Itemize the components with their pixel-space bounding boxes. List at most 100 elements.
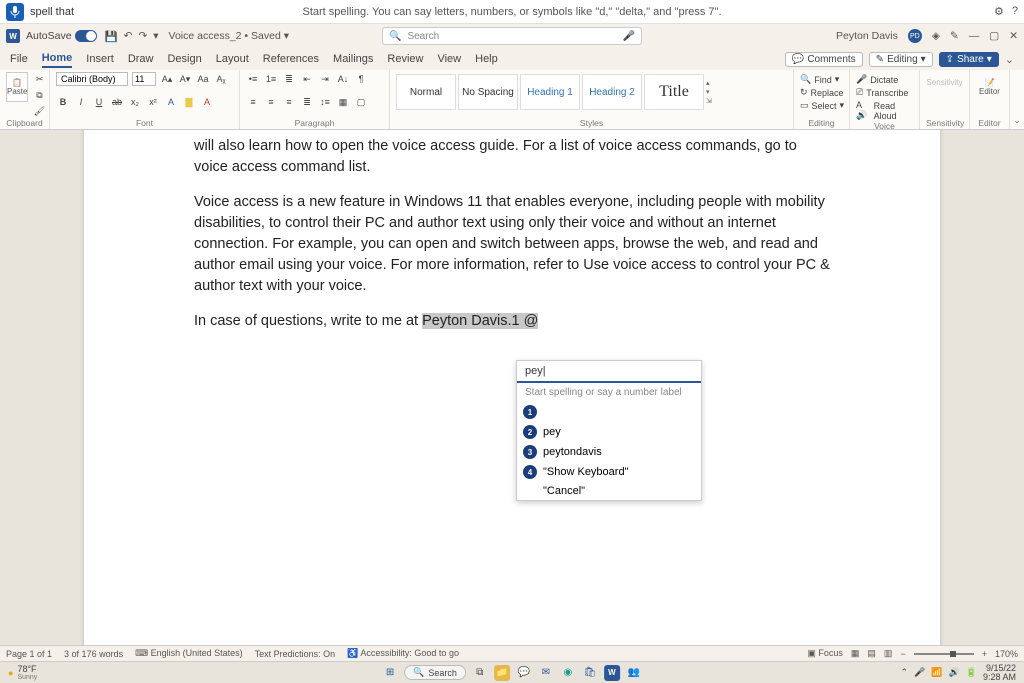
clear-format-icon[interactable]: Aᵪ [214,72,228,86]
document-name[interactable]: Voice access_2 • Saved ▾ [169,30,289,42]
diamond-icon[interactable]: ◈ [932,30,940,42]
shrink-font-icon[interactable]: A▾ [178,72,192,86]
multilevel-icon[interactable]: ≣ [282,72,296,86]
text-effects-icon[interactable]: A [164,95,178,109]
taskbar-search[interactable]: 🔍 Search [404,665,466,680]
user-avatar[interactable]: PD [908,29,922,43]
font-name-combo[interactable] [56,72,128,86]
search-mic-icon[interactable]: 🎤 [623,31,635,42]
find-button[interactable]: 🔍 Find ▾ [800,74,843,85]
share-button[interactable]: ⇪ Share ▾ [939,52,999,67]
subscript-icon[interactable]: x₂ [128,95,142,109]
save-icon[interactable]: 💾 [105,30,118,43]
style-heading1[interactable]: Heading 1 [520,74,580,110]
styles-scroll-down[interactable]: ▾ [706,88,712,96]
styles-scroll-up[interactable]: ▴ [706,79,712,87]
search-box[interactable]: 🔍 Search 🎤 [382,27,642,45]
align-right-icon[interactable]: ≡ [282,95,296,109]
font-size-combo[interactable] [132,72,156,86]
highlight-icon[interactable]: ▇ [182,95,196,109]
suggest-item-3[interactable]: 3peytondavis [517,442,701,462]
chat-icon[interactable]: 💬 [516,665,532,681]
user-name[interactable]: Peyton Davis [836,30,898,42]
justify-icon[interactable]: ≣ [300,95,314,109]
tab-review[interactable]: Review [387,51,423,67]
replace-button[interactable]: ↻ Replace [800,87,843,98]
style-normal[interactable]: Normal [396,74,456,110]
line-spacing-icon[interactable]: ↕≡ [318,95,332,109]
gear-icon[interactable]: ⚙ [994,5,1004,18]
tab-insert[interactable]: Insert [86,51,114,67]
read-aloud-button[interactable]: A🔊 Read Aloud [856,100,913,121]
ribbon-collapse-icon[interactable]: ⌄ [1005,53,1014,66]
taskview-icon[interactable]: ⧉ [472,665,488,681]
store-icon[interactable]: 🛍 [582,665,598,681]
minimize-button[interactable]: — [969,30,980,42]
show-marks-icon[interactable]: ¶ [354,72,368,86]
status-lang[interactable]: ⌨ English (United States) [135,648,243,659]
redo-icon[interactable]: ↷ [138,30,147,42]
help-icon[interactable]: ? [1012,5,1018,18]
tab-view[interactable]: View [437,51,461,67]
pen-icon[interactable]: ✎ [950,30,959,42]
sort-icon[interactable]: A↓ [336,72,350,86]
bold-icon[interactable]: B [56,95,70,109]
zoom-out-icon[interactable]: − [900,649,905,659]
select-button[interactable]: ▭ Select ▾ [800,100,843,111]
undo-icon[interactable]: ↶ [124,30,133,42]
status-words[interactable]: 3 of 176 words [64,649,123,659]
tab-references[interactable]: References [263,51,319,67]
close-button[interactable]: ✕ [1009,30,1018,42]
dec-indent-icon[interactable]: ⇤ [300,72,314,86]
focus-button[interactable]: ▣ Focus [807,648,843,659]
status-predictions[interactable]: Text Predictions: On [255,649,336,659]
strike-icon[interactable]: ab [110,95,124,109]
numbering-icon[interactable]: 1≡ [264,72,278,86]
autosave-toggle[interactable]: AutoSave [26,30,97,42]
tab-home[interactable]: Home [42,50,73,68]
font-color-icon[interactable]: A [200,95,214,109]
style-heading2[interactable]: Heading 2 [582,74,642,110]
inc-indent-icon[interactable]: ⇥ [318,72,332,86]
style-no-spacing[interactable]: No Spacing [458,74,518,110]
cut-icon[interactable]: ✂ [32,72,46,86]
zoom-level[interactable]: 170% [995,649,1018,659]
tray-clock[interactable]: 9/15/229:28 AM [983,664,1016,682]
underline-icon[interactable]: U [92,95,106,109]
people-icon[interactable]: 👥 [626,665,642,681]
explorer-icon[interactable]: 📁 [494,665,510,681]
suggest-item-4[interactable]: 4"Show Keyboard" [517,462,701,482]
word-taskbar-icon[interactable]: W [604,665,620,681]
tab-file[interactable]: File [10,51,28,67]
paste-button[interactable]: 📋Paste [6,72,28,102]
document-area[interactable]: will also learn how to open the voice ac… [0,130,1024,645]
start-icon[interactable]: ⊞ [382,665,398,681]
tab-design[interactable]: Design [167,51,201,67]
italic-icon[interactable]: I [74,95,88,109]
suggest-cancel[interactable]: "Cancel" [517,482,701,500]
editor-button[interactable]: 📝Editor [976,72,1003,96]
suggest-item-2[interactable]: 2pey [517,422,701,442]
view-print-icon[interactable]: ▤ [867,648,876,659]
dictate-button[interactable]: 🎤 Dictate [856,74,913,85]
view-web-icon[interactable]: ▥ [884,648,893,659]
align-left-icon[interactable]: ≡ [246,95,260,109]
tab-draw[interactable]: Draw [128,51,154,67]
change-case-icon[interactable]: Aa [196,72,210,86]
tray-mic-icon[interactable]: 🎤 [914,667,925,678]
mic-icon[interactable] [6,3,24,21]
qat-dropdown-icon[interactable]: ▾ [153,30,158,42]
format-painter-icon[interactable]: 🖌 [32,104,46,118]
suggest-item-1[interactable]: 1 [517,402,701,422]
style-title[interactable]: Title [644,74,704,110]
comments-button[interactable]: 💬 Comments [785,52,863,67]
tab-mailings[interactable]: Mailings [333,51,373,67]
view-read-icon[interactable]: ▦ [851,648,860,659]
document-page[interactable]: will also learn how to open the voice ac… [84,130,940,645]
mail-icon[interactable]: ✉ [538,665,554,681]
shading-icon[interactable]: ▦ [336,95,350,109]
styles-more[interactable]: ⇲ [706,97,712,105]
transcribe-button[interactable]: ⎚ Transcribe [856,87,913,98]
borders-icon[interactable]: ▢ [354,95,368,109]
ribbon-options-icon[interactable]: ⌄ [1010,70,1024,129]
